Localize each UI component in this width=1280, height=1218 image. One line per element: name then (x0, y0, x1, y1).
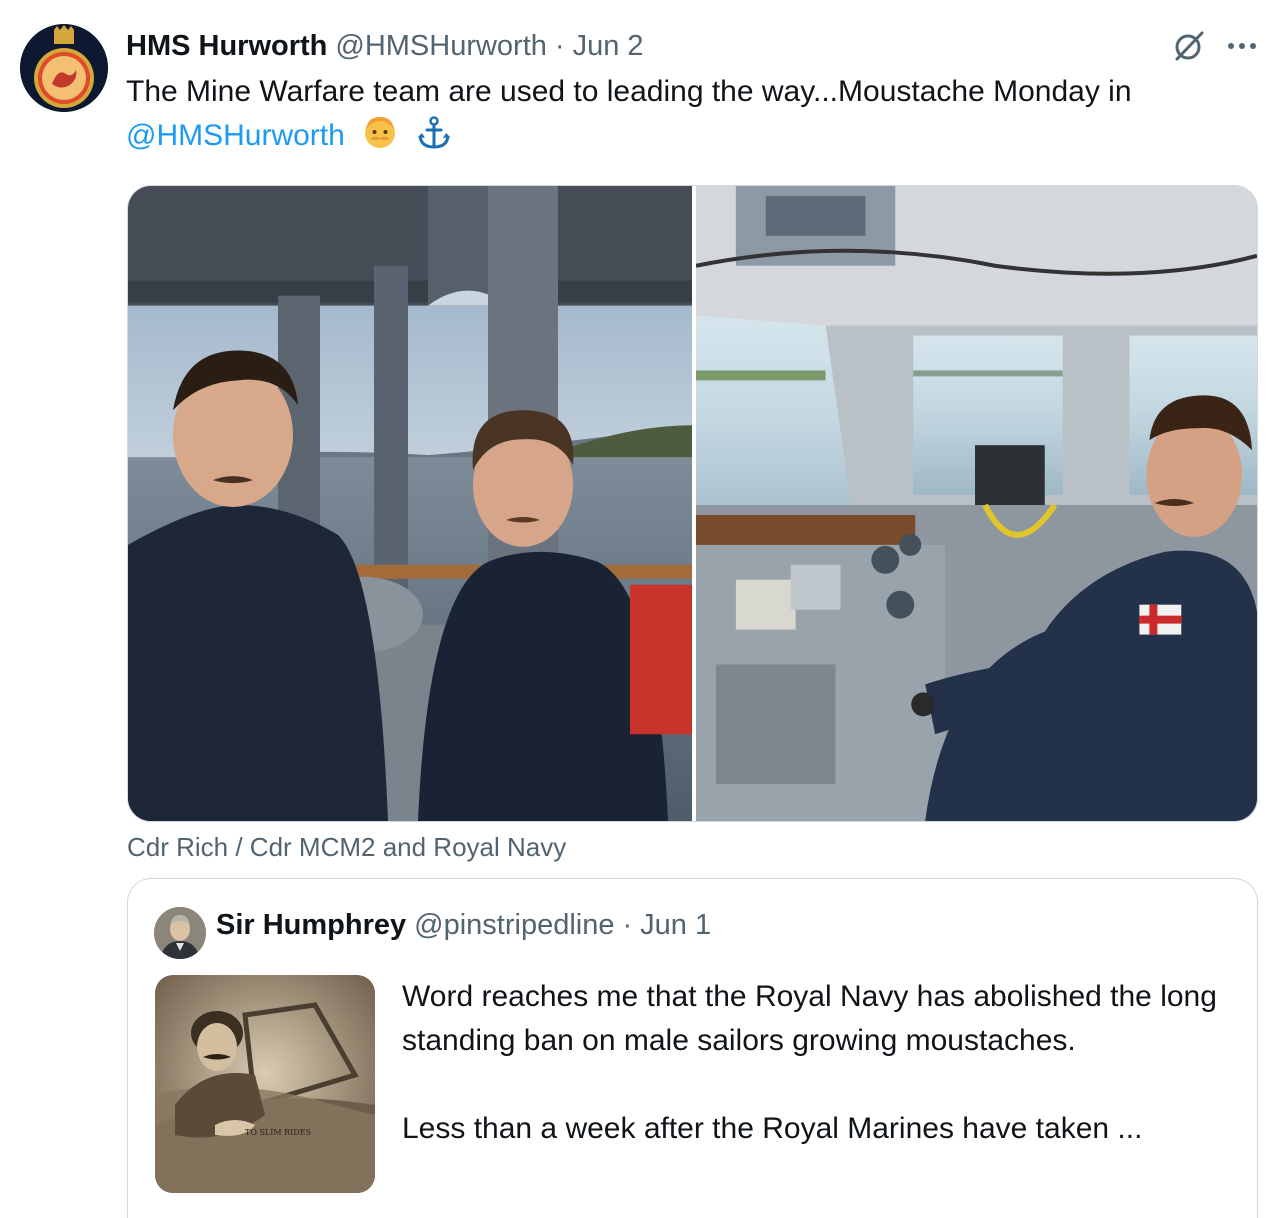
author-avatar[interactable] (20, 24, 108, 112)
media-grid (127, 185, 1258, 822)
plane-inscription: TO SLIM RIDES (245, 1128, 311, 1137)
more-options-icon[interactable] (1224, 39, 1260, 53)
separator-dot: · (554, 29, 565, 62)
quoted-post-paragraph-1: Word reaches me that the Royal Navy has … (402, 980, 1217, 1057)
portrait-avatar-icon (154, 907, 206, 959)
vintage-pilot-photo: TO SLIM RIDES (155, 975, 375, 1193)
quoted-post-card[interactable]: Sir Humphrey @pinstripedline · Jun 1 TO … (127, 878, 1258, 1218)
quoted-author-handle[interactable]: @pinstripedline (414, 909, 614, 942)
quoted-post-thumbnail[interactable]: TO SLIM RIDES (155, 975, 375, 1193)
sailors-on-deck-photo (128, 186, 692, 821)
ship-crest-icon (20, 24, 108, 112)
post-text-body: The Mine Warfare team are used to leadin… (126, 75, 1132, 108)
quoted-author-name[interactable]: Sir Humphrey (216, 909, 406, 942)
person-with-moustache-emoji (365, 117, 396, 148)
quoted-post-paragraph-2: Less than a week after the Royal Marines… (402, 1112, 1143, 1145)
anchor-emoji (417, 116, 450, 149)
author-handle[interactable]: @HMSHurworth (335, 30, 547, 63)
separator-dot: · (622, 909, 633, 941)
mention-link[interactable]: @HMSHurworth (126, 119, 345, 152)
quoted-post-text: Word reaches me that the Royal Navy has … (402, 975, 1232, 1151)
quoted-post-date[interactable]: Jun 1 (640, 909, 711, 942)
post-date[interactable]: Jun 2 (573, 30, 644, 63)
post-text: The Mine Warfare team are used to leadin… (126, 70, 1266, 158)
quoted-post-header: Sir Humphrey @pinstripedline · Jun 1 (216, 909, 711, 942)
media-photo-left[interactable] (128, 186, 692, 821)
media-photo-right[interactable] (696, 186, 1257, 821)
media-caption: Cdr Rich / Cdr MCM2 and Royal Navy (127, 832, 567, 862)
quoted-author-avatar[interactable] (154, 907, 206, 959)
sailor-at-bridge-console-photo (696, 186, 1257, 821)
author-name[interactable]: HMS Hurworth (126, 30, 327, 63)
post-header: HMS Hurworth @HMSHurworth · Jun 2 (126, 26, 1260, 66)
grok-icon[interactable] (1172, 29, 1206, 63)
